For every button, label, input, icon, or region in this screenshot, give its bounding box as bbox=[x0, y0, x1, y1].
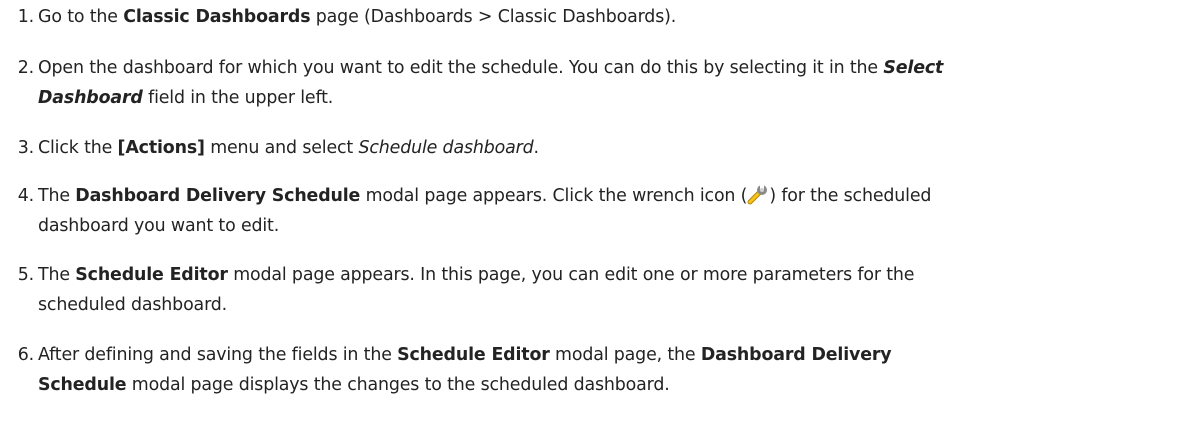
step-text: Go to the Classic Dashboards page (Dashb… bbox=[38, 2, 676, 32]
step-number: 2. bbox=[17, 58, 34, 78]
text-run: modal page, the bbox=[549, 345, 701, 365]
text-run: Go to the bbox=[38, 7, 124, 27]
step-text: Click the [Actions] menu and select Sche… bbox=[38, 133, 539, 163]
step-text: After defining and saving the fields in … bbox=[38, 340, 892, 400]
wrench-icon bbox=[747, 183, 769, 205]
text-run: The bbox=[38, 265, 76, 285]
menu-name-actions: [Actions] bbox=[117, 138, 205, 158]
modal-name-schedule-editor: Schedule Editor bbox=[75, 265, 228, 285]
text-run: dashboard you want to edit. bbox=[38, 216, 280, 236]
text-run: modal page appears. In this page, you ca… bbox=[227, 265, 915, 285]
step-number: 1. bbox=[17, 7, 34, 27]
text-run: field in the upper left. bbox=[142, 88, 334, 108]
text-run: page (Dashboards > Classic Dashboards). bbox=[310, 7, 677, 27]
step-number: 6. bbox=[17, 345, 34, 365]
modal-name-dashboard-delivery: Dashboard Delivery bbox=[700, 345, 892, 365]
step-number: 5. bbox=[17, 265, 34, 285]
step-text: Open the dashboard for which you want to… bbox=[38, 53, 943, 113]
text-run: modal page appears. Click the wrench ico… bbox=[360, 186, 748, 206]
step-number: 3. bbox=[17, 138, 34, 158]
text-run: ) for the scheduled bbox=[769, 186, 932, 206]
field-name-select: Select bbox=[883, 58, 944, 78]
modal-name-schedule: Schedule bbox=[38, 375, 127, 395]
text-run: . bbox=[533, 138, 540, 158]
field-name-dashboard: Dashboard bbox=[38, 88, 143, 108]
text-run: Click the bbox=[38, 138, 118, 158]
step-number: 4. bbox=[17, 186, 34, 206]
menu-option-schedule-dashboard: Schedule dashboard bbox=[358, 138, 534, 158]
step-text: The Schedule Editor modal page appears. … bbox=[38, 260, 915, 320]
text-run: modal page displays the changes to the s… bbox=[126, 375, 670, 395]
text-run: Open the dashboard for which you want to… bbox=[38, 58, 884, 78]
step-text: The Dashboard Delivery Schedule modal pa… bbox=[38, 181, 931, 241]
text-run: scheduled dashboard. bbox=[38, 295, 228, 315]
modal-name-schedule-editor: Schedule Editor bbox=[397, 345, 550, 365]
text-run: The bbox=[38, 186, 76, 206]
modal-name-dashboard-delivery-schedule: Dashboard Delivery Schedule bbox=[75, 186, 361, 206]
text-run: menu and select bbox=[204, 138, 359, 158]
text-run: After defining and saving the fields in … bbox=[38, 345, 398, 365]
page-name-classic-dashboards: Classic Dashboards bbox=[123, 7, 311, 27]
